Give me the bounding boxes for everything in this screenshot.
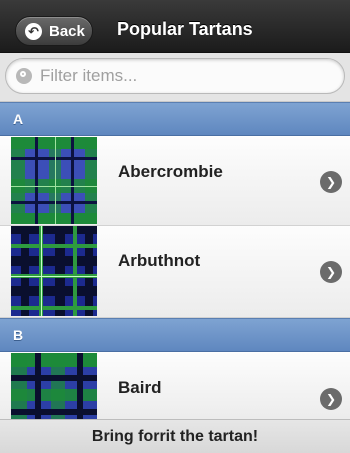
back-button[interactable]: ↶ Back xyxy=(15,16,93,46)
header-bar: ↶ Back Popular Tartans xyxy=(0,0,350,53)
search-icon xyxy=(16,68,32,84)
tartan-thumbnail xyxy=(11,226,97,316)
divider-label: A xyxy=(13,111,24,127)
back-arrow-icon: ↶ xyxy=(25,22,42,40)
list-item-baird[interactable]: Baird ❯ xyxy=(0,353,350,419)
filter-input[interactable] xyxy=(38,65,342,87)
item-name: Arbuthnot xyxy=(118,251,201,270)
divider-label: B xyxy=(13,327,24,343)
filter-field[interactable] xyxy=(5,58,345,94)
list-divider-b: B xyxy=(0,318,350,352)
chevron-right-icon: ❯ xyxy=(320,388,342,410)
list-item-abercrombie[interactable]: Abercrombie ❯ xyxy=(0,137,350,226)
item-name: Baird xyxy=(118,378,162,397)
tartan-thumbnail xyxy=(11,137,97,224)
chevron-right-icon: ❯ xyxy=(320,171,342,193)
back-button-label: Back xyxy=(49,22,85,40)
footer-text: Bring forrit the tartan! xyxy=(91,428,259,445)
list-item-arbuthnot[interactable]: Arbuthnot ❯ xyxy=(0,226,350,318)
tartan-thumbnail xyxy=(11,353,97,419)
footer-bar: Bring forrit the tartan! xyxy=(0,419,350,453)
filter-bar xyxy=(0,53,350,102)
list-divider-a: A xyxy=(0,102,350,136)
page-title: Popular Tartans xyxy=(117,19,253,39)
item-name: Abercrombie xyxy=(118,162,223,181)
chevron-right-icon: ❯ xyxy=(320,261,342,283)
